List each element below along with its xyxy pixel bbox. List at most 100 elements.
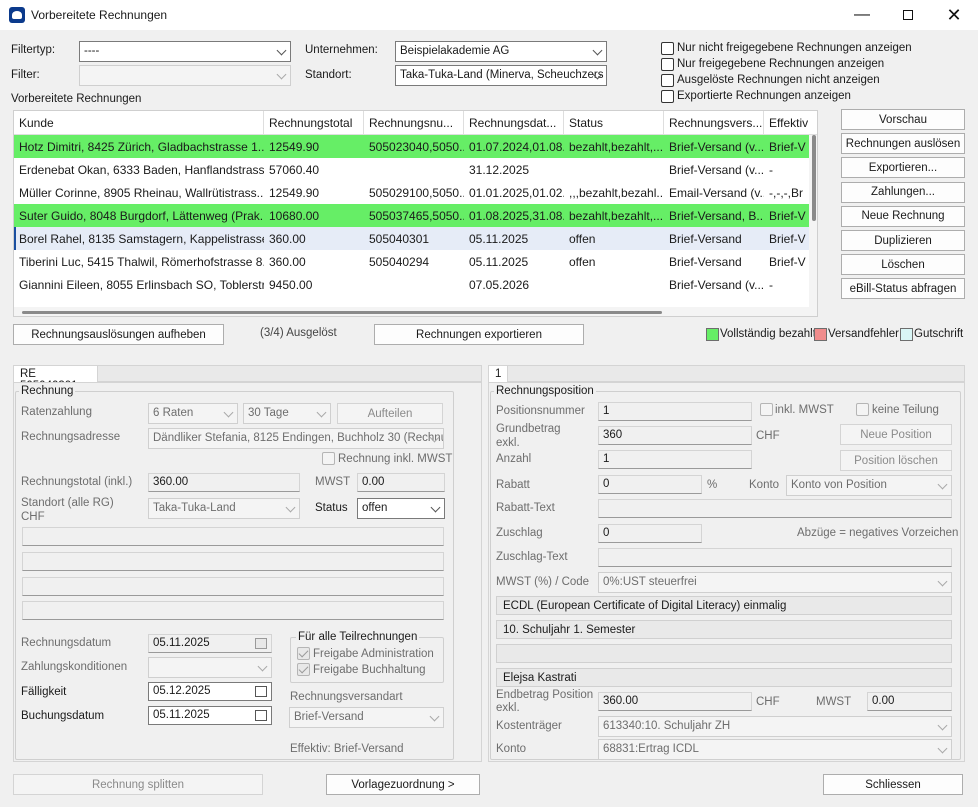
status-select[interactable]: offen (357, 498, 445, 519)
position-loeschen-button: Position löschen (840, 450, 952, 471)
table-cell: Brief-Versand (v... (669, 140, 764, 154)
legend-label-bezahlt: Vollständig bezahlt (720, 328, 816, 340)
chevron-down-icon (223, 407, 234, 418)
option-checkbox-3[interactable] (661, 74, 674, 87)
filter-select (79, 65, 291, 86)
window-title: Vorbereitete Rechnungen (31, 8, 168, 22)
chevron-down-icon (937, 720, 948, 731)
zahlungskonditionen-select (148, 657, 272, 678)
table-cell: Giannini Eileen, 8055 Erlinsbach SO, Tob… (19, 278, 264, 292)
rabatt-field: 0 (598, 475, 702, 494)
table-row[interactable]: Erdenebat Okan, 6333 Baden, Hanflandstra… (14, 158, 817, 181)
table-cell: 07.05.2026 (469, 278, 530, 292)
mwst-code-label: MWST (%) / Code (496, 576, 590, 588)
ausloesen-button[interactable]: Rechnungen auslösen (841, 133, 965, 155)
kostentraeger-label: Kostenträger (496, 720, 562, 732)
aufheben-button[interactable]: Rechnungsauslösungen aufheben (13, 324, 224, 345)
ausgeloest-status: (3/4) Ausgelöst (260, 327, 337, 339)
teilrechnungen-group (290, 637, 444, 683)
column-header-status[interactable]: Status (564, 111, 664, 135)
buchungsdatum-field[interactable]: 05.11.2025 (148, 706, 272, 725)
zuschlag-text-label: Zuschlag-Text (496, 551, 568, 563)
anzahl-field: 1 (598, 450, 752, 469)
chevron-down-icon (276, 69, 287, 80)
table-cell: Brief-Versand (669, 255, 742, 269)
rechnung-group-title: Rechnung (19, 385, 76, 397)
calendar-icon[interactable] (255, 710, 267, 721)
zahlungen-button[interactable]: Zahlungen... (841, 181, 965, 203)
calendar-icon[interactable] (255, 686, 267, 697)
teilrechnungen-group-title: Für alle Teilrechnungen (296, 631, 420, 643)
column-header-kunde[interactable]: Kunde (14, 111, 264, 135)
tage-select: 30 Tage (243, 403, 331, 424)
table-row[interactable]: Müller Corinne, 8905 Rheinau, Wallrütist… (14, 181, 817, 204)
table-row[interactable]: Hotz Dimitri, 8425 Zürich, Gladbachstras… (14, 135, 817, 158)
rabatt-text-label: Rabatt-Text (496, 502, 555, 514)
table-row[interactable]: Borel Rahel, 8135 Samstagern, Kappelistr… (14, 227, 817, 250)
horizontal-scrollbar[interactable] (14, 307, 809, 316)
rechnungstotal-field: 360.00 (148, 473, 300, 492)
option-checkbox-1[interactable] (661, 42, 674, 55)
schliessen-button[interactable]: Schliessen (823, 774, 963, 795)
vorlagezuordnung-button[interactable]: Vorlagezuordnung > (326, 774, 480, 795)
exportieren-button[interactable]: Exportieren... (841, 157, 965, 179)
endbetrag-exkl-label: exkl. (496, 702, 520, 714)
rechnungstotal-label: Rechnungstotal (inkl.) (21, 476, 133, 488)
tab-position-1[interactable]: 1 (488, 365, 508, 382)
table-cell: Brief-Versand, B... (669, 209, 764, 223)
column-header-versand[interactable]: Rechnungsvers... (664, 111, 764, 135)
chevron-down-icon (276, 45, 287, 56)
tab-strip-left (98, 365, 482, 382)
loeschen-button[interactable]: Löschen (841, 254, 965, 276)
neue-rechnung-button[interactable]: Neue Rechnung (841, 205, 965, 227)
konto-label: Konto (496, 743, 527, 755)
vertical-scrollbar[interactable] (809, 135, 817, 316)
ebill-status-button[interactable]: eBill-Status abfragen (841, 278, 965, 300)
filter-label: Filter: (11, 69, 40, 81)
table-cell: 31.12.2025 (469, 163, 530, 177)
faelligkeit-field[interactable]: 05.12.2025 (148, 682, 272, 701)
close-icon[interactable]: ✕ (931, 0, 977, 30)
rechnung-splitten-button: Rechnung splitten (13, 774, 263, 795)
rechnung-text-line-2 (22, 552, 444, 571)
duplizieren-button[interactable]: Duplizieren (841, 230, 965, 251)
export-invoices-button[interactable]: Rechnungen exportieren (374, 324, 584, 345)
filtertyp-select[interactable]: ---- (79, 41, 291, 62)
column-header-datum[interactable]: Rechnungsdat... (464, 111, 564, 135)
grundbetrag-exkl-label: exkl. (496, 437, 520, 449)
kostentraeger-value: 613340:10. Schuljahr ZH (603, 720, 731, 732)
table-cell: 12549.90 (269, 186, 320, 200)
tab-rechnung[interactable]: RE 505040301 (13, 365, 98, 392)
rechnungsadresse-label: Rechnungsadresse (21, 431, 121, 443)
versandart-label: Rechnungsversandart (290, 691, 403, 703)
filtertyp-label: Filtertyp: (11, 44, 56, 56)
freigabe-buch-checkbox (297, 663, 310, 676)
table-cell: Brief-Versand (v... (669, 163, 764, 177)
table-cell: offen (569, 232, 596, 246)
neue-position-button: Neue Position (840, 424, 952, 445)
column-header-total[interactable]: Rechnungstotal (264, 111, 364, 135)
maximize-icon[interactable] (885, 0, 931, 30)
minimize-icon[interactable]: — (839, 0, 885, 30)
table-row[interactable]: Suter Guido, 8048 Burgdorf, Lättenweg (P… (14, 204, 817, 227)
table-row[interactable]: Tiberini Luc, 5415 Thalwil, Römerhofstra… (14, 250, 817, 273)
table-cell: Brief-Versand (669, 232, 742, 246)
column-header-nummer[interactable]: Rechnungsnu... (364, 111, 464, 135)
option-checkbox-4[interactable] (661, 90, 674, 103)
standort-filter-select[interactable]: Taka-Tuka-Land (Minerva, Scheuchzers (395, 65, 607, 86)
rechnungsadresse-select: Dändliker Stefania, 8125 Endingen, Buchh… (148, 428, 444, 449)
rechnungsdatum-label: Rechnungsdatum (21, 637, 112, 649)
legend-swatch-fehler (814, 328, 827, 341)
rechnung-text-line-1 (22, 527, 444, 546)
unternehmen-select[interactable]: Beispielakademie AG (395, 41, 607, 62)
zuschlag-text-field (598, 548, 952, 567)
standort-filter-value: Taka-Tuka-Land (Minerva, Scheuchzers (400, 69, 604, 81)
option-label-3: Ausgelöste Rechnungen nicht anzeigen (677, 74, 880, 86)
table-cell: 360.00 (269, 255, 306, 269)
option-checkbox-2[interactable] (661, 58, 674, 71)
endbetrag-mwst-label: MWST (816, 696, 852, 708)
table-row[interactable]: Giannini Eileen, 8055 Erlinsbach SO, Tob… (14, 273, 817, 296)
freigabe-admin-label: Freigabe Administration (313, 648, 434, 660)
vorschau-button[interactable]: Vorschau (841, 109, 965, 130)
column-header-effektiv[interactable]: Effektiv (764, 111, 817, 135)
